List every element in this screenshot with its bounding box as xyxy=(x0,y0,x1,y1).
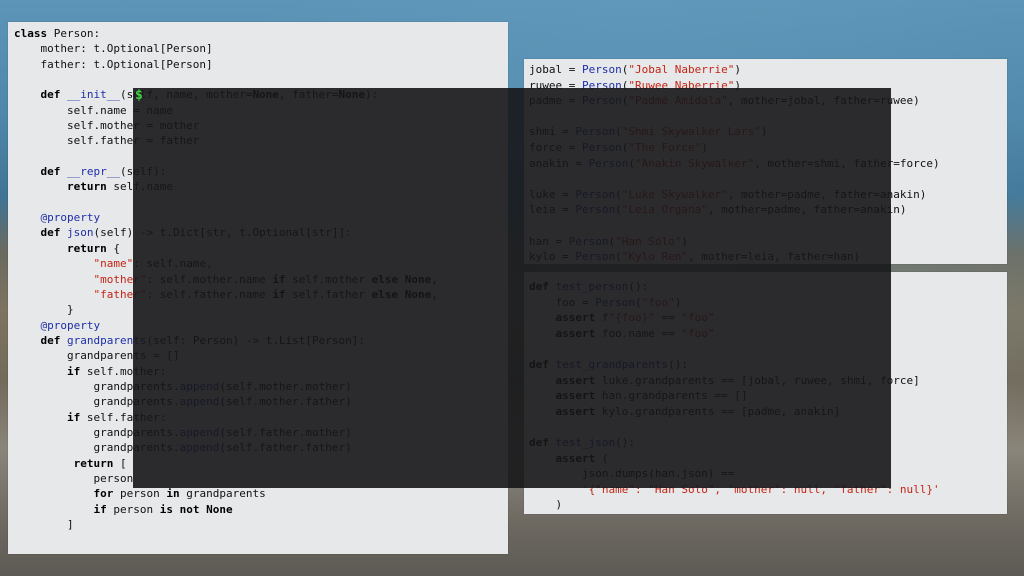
code-token: in xyxy=(166,487,180,501)
code-token: def xyxy=(40,88,61,102)
code-token: None xyxy=(206,502,233,516)
code-token: ) xyxy=(734,63,741,76)
code-token: is not xyxy=(159,502,200,516)
code-token: [ xyxy=(113,456,127,470)
code-token: json xyxy=(67,226,94,240)
code-token: "name" xyxy=(93,257,134,271)
code-line: jobal = Person("Jobal Naberrie") xyxy=(529,62,1007,78)
code-token: class xyxy=(14,27,48,40)
code-token: person xyxy=(14,471,134,485)
code-token: ] xyxy=(14,518,74,531)
code-token: } xyxy=(14,303,74,317)
code-token: if xyxy=(66,410,81,424)
code-token: @property xyxy=(40,211,101,225)
code-token: { xyxy=(106,241,120,255)
code-line: for person in grandparents xyxy=(14,486,508,501)
code-line: mother: t.Optional[Person] xyxy=(14,41,508,56)
code-token: __repr__ xyxy=(67,165,120,179)
code-line: class Person: xyxy=(14,26,508,41)
code-token: for xyxy=(93,487,114,501)
code-token: def xyxy=(40,165,61,179)
code-token: def xyxy=(40,333,61,347)
code-line: ) xyxy=(529,497,1007,513)
terminal-window[interactable]: $ xyxy=(133,88,891,488)
code-token: Person: xyxy=(47,27,101,40)
code-token: person xyxy=(113,487,167,501)
code-token: jobal = xyxy=(529,63,582,76)
code-token: return xyxy=(66,180,107,194)
code-token: return xyxy=(73,456,114,470)
code-token: "Jobal Naberrie" xyxy=(628,63,735,76)
code-token: father: t.Optional[Person] xyxy=(14,57,213,71)
code-token: grandparents xyxy=(179,487,266,501)
terminal-prompt: $ xyxy=(135,88,143,103)
code-token: return xyxy=(66,241,107,255)
code-token: person xyxy=(106,502,160,516)
code-token: mother: t.Optional[Person] xyxy=(14,42,213,56)
code-line: ] xyxy=(14,517,508,532)
code-token: __init__ xyxy=(67,88,120,102)
code-token: Person xyxy=(581,63,622,76)
code-line: ​ xyxy=(14,72,508,87)
code-token: def xyxy=(40,226,61,240)
code-line: father: t.Optional[Person] xyxy=(14,57,508,72)
code-token: if xyxy=(66,364,81,378)
code-token: if xyxy=(93,502,107,516)
code-line: if person is not None xyxy=(14,502,508,517)
code-token: ) xyxy=(529,498,563,512)
code-token: @property xyxy=(40,318,101,332)
